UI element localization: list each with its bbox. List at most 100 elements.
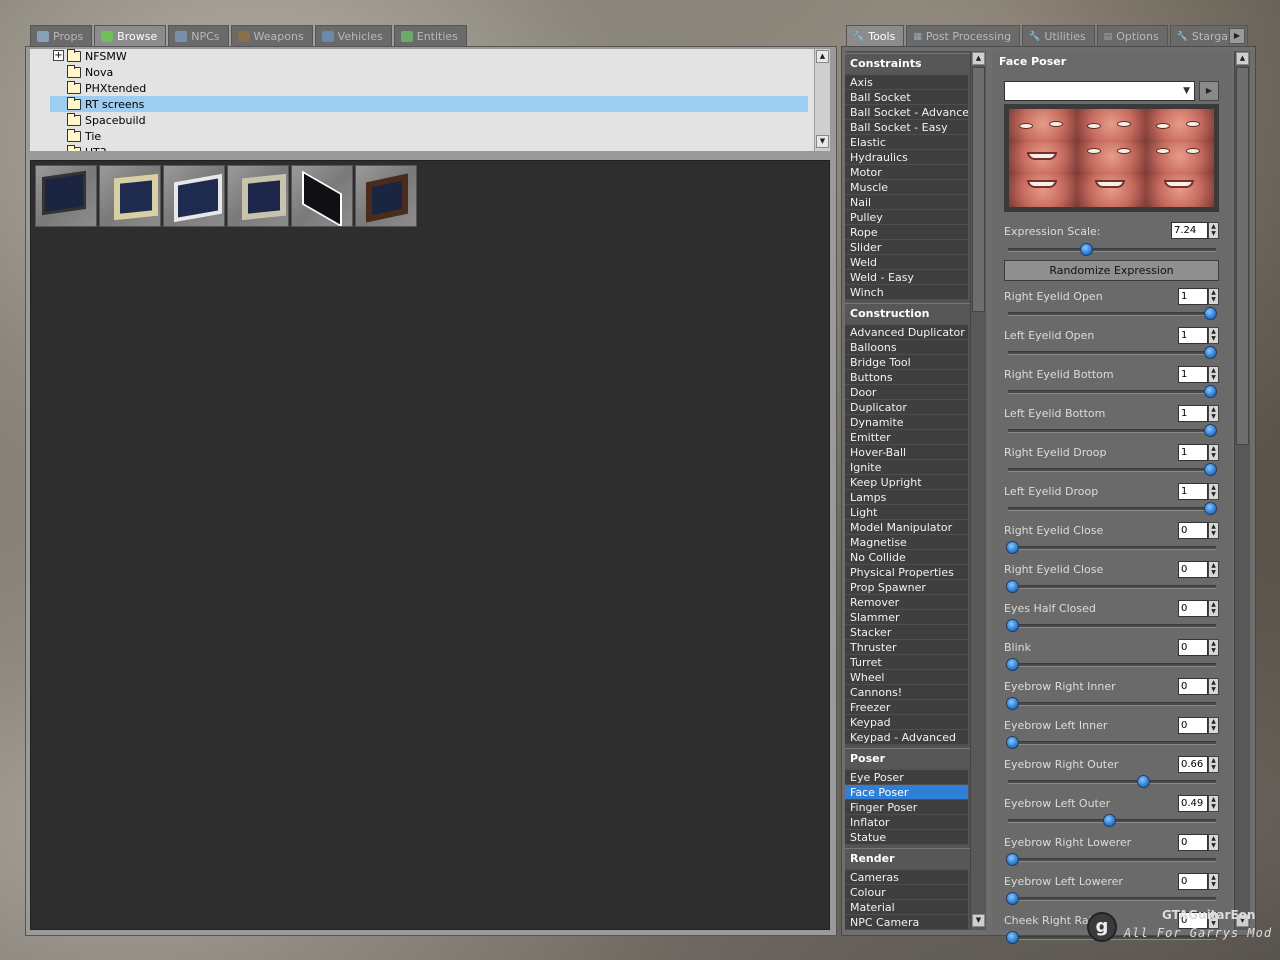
flex-value-input[interactable]: 0 bbox=[1178, 717, 1208, 734]
tab-post-processing[interactable]: ▦ Post Processing bbox=[906, 25, 1021, 47]
tool-item[interactable]: Duplicator bbox=[845, 400, 968, 415]
tool-item[interactable]: Thruster bbox=[845, 640, 968, 655]
expression-preset-thumbnail[interactable] bbox=[1145, 109, 1214, 142]
tab-vehicles[interactable]: Vehicles bbox=[314, 25, 392, 47]
scroll-down-arrow-icon[interactable]: ▼ bbox=[816, 135, 829, 148]
tool-item[interactable]: Winch bbox=[845, 285, 968, 300]
tool-item[interactable]: Advanced Duplicator bbox=[845, 325, 968, 340]
model-thumbnail-crt-monitor-beige[interactable] bbox=[99, 165, 161, 227]
randomize-expression-button[interactable]: Randomize Expression bbox=[1004, 260, 1219, 281]
tool-item[interactable]: Magnetise bbox=[845, 535, 968, 550]
flex-slider-track[interactable] bbox=[1008, 663, 1216, 667]
tool-item[interactable]: Motor bbox=[845, 165, 968, 180]
expression-preset-thumbnail[interactable] bbox=[1009, 109, 1078, 142]
flex-slider-track[interactable] bbox=[1008, 624, 1216, 628]
scrollbar-thumb[interactable] bbox=[1236, 67, 1249, 445]
tool-item[interactable]: Colour bbox=[845, 885, 968, 900]
scroll-up-arrow-icon[interactable]: ▲ bbox=[1236, 52, 1249, 65]
flex-slider-track[interactable] bbox=[1008, 897, 1216, 901]
tree-item[interactable]: Spacebuild bbox=[50, 112, 810, 128]
flex-value-input[interactable]: 1 bbox=[1178, 288, 1208, 305]
tool-item[interactable]: Ball Socket bbox=[845, 90, 968, 105]
tab-options[interactable]: ▤ Options bbox=[1096, 25, 1168, 47]
tool-item[interactable]: Freezer bbox=[845, 700, 968, 715]
flex-value-input[interactable]: 0 bbox=[1178, 639, 1208, 656]
scroll-up-arrow-icon[interactable]: ▲ bbox=[972, 52, 985, 65]
flex-value-input[interactable]: 0 bbox=[1178, 678, 1208, 695]
tool-item[interactable]: Balloons bbox=[845, 340, 968, 355]
flex-slider-knob[interactable] bbox=[1204, 502, 1217, 515]
preset-combo[interactable]: ▼ bbox=[1004, 81, 1195, 101]
flex-slider-track[interactable] bbox=[1008, 507, 1216, 511]
tree-item[interactable]: Nova bbox=[50, 64, 810, 80]
tree-item[interactable]: NFSMW bbox=[50, 49, 810, 64]
flex-slider-track[interactable] bbox=[1008, 858, 1216, 862]
tool-item[interactable]: Door bbox=[845, 385, 968, 400]
tool-item[interactable]: Model Manipulator bbox=[845, 520, 968, 535]
flex-slider-knob[interactable] bbox=[1006, 580, 1019, 593]
tool-item[interactable]: Weld bbox=[845, 255, 968, 270]
flex-slider-knob[interactable] bbox=[1006, 853, 1019, 866]
model-thumbnail-crt-monitor-dark[interactable] bbox=[35, 165, 97, 227]
flex-value-spinner-icon[interactable]: ▲ ▼ bbox=[1208, 873, 1219, 890]
tool-item[interactable]: Buttons bbox=[845, 370, 968, 385]
flex-value-input[interactable]: 1 bbox=[1178, 366, 1208, 383]
flex-value-input[interactable]: 1 bbox=[1178, 483, 1208, 500]
flex-slider-knob[interactable] bbox=[1006, 619, 1019, 632]
expression-preview-grid[interactable] bbox=[1004, 104, 1219, 212]
tool-item[interactable]: Weld - Easy bbox=[845, 270, 968, 285]
tab-scroll-right-icon[interactable]: ▶ bbox=[1229, 28, 1245, 44]
expression-preset-thumbnail[interactable] bbox=[1077, 174, 1146, 207]
model-thumbnail-tv-brown[interactable] bbox=[355, 165, 417, 227]
tool-item[interactable]: Slammer bbox=[845, 610, 968, 625]
tool-item[interactable]: Keep Upright bbox=[845, 475, 968, 490]
flex-value-input[interactable]: 1 bbox=[1178, 405, 1208, 422]
tree-item[interactable]: UT3 bbox=[50, 144, 810, 151]
tool-item[interactable]: Dynamite bbox=[845, 415, 968, 430]
tool-item[interactable]: Ignite bbox=[845, 460, 968, 475]
settings-scrollbar[interactable]: ▲ ▼ bbox=[1234, 51, 1250, 930]
expression-preset-thumbnail[interactable] bbox=[1145, 174, 1214, 207]
expression-scale-spinner-icon[interactable]: ▲ ▼ bbox=[1208, 222, 1219, 239]
flex-value-input[interactable]: 1 bbox=[1178, 444, 1208, 461]
expression-preset-thumbnail[interactable] bbox=[1077, 109, 1146, 142]
scrollbar-thumb[interactable] bbox=[972, 67, 985, 312]
tool-item[interactable]: Physical Properties bbox=[845, 565, 968, 580]
tool-item[interactable]: Ball Socket - Advanced bbox=[845, 105, 968, 120]
flex-value-spinner-icon[interactable]: ▲ ▼ bbox=[1208, 288, 1219, 305]
tool-item[interactable]: Turret bbox=[845, 655, 968, 670]
model-thumbnail-flat-panel-slanted[interactable] bbox=[291, 165, 353, 227]
flex-value-spinner-icon[interactable]: ▲ ▼ bbox=[1208, 405, 1219, 422]
category-header[interactable]: Construction bbox=[845, 303, 970, 323]
expression-preset-thumbnail[interactable] bbox=[1009, 174, 1078, 207]
flex-value-spinner-icon[interactable]: ▲ ▼ bbox=[1208, 795, 1219, 812]
flex-value-input[interactable]: 0 bbox=[1178, 561, 1208, 578]
flex-value-spinner-icon[interactable]: ▲ ▼ bbox=[1208, 444, 1219, 461]
flex-slider-knob[interactable] bbox=[1204, 346, 1217, 359]
tool-item[interactable]: Rope bbox=[845, 225, 968, 240]
flex-value-input[interactable]: 0 bbox=[1178, 873, 1208, 890]
flex-value-spinner-icon[interactable]: ▲ ▼ bbox=[1208, 834, 1219, 851]
flex-slider-track[interactable] bbox=[1008, 741, 1216, 745]
tool-item[interactable]: Remover bbox=[845, 595, 968, 610]
expression-scale-slider[interactable] bbox=[1008, 248, 1216, 252]
flex-slider-knob[interactable] bbox=[1204, 385, 1217, 398]
tool-item[interactable]: Prop Spawner bbox=[845, 580, 968, 595]
tree-item[interactable]: Tie bbox=[50, 128, 810, 144]
flex-slider-knob[interactable] bbox=[1006, 658, 1019, 671]
tool-item[interactable]: Hydraulics bbox=[845, 150, 968, 165]
tool-item[interactable]: Face Poser bbox=[845, 785, 968, 800]
scroll-up-arrow-icon[interactable]: ▲ bbox=[816, 50, 829, 63]
flex-slider-knob[interactable] bbox=[1006, 931, 1019, 944]
flex-slider-knob[interactable] bbox=[1006, 892, 1019, 905]
tool-item[interactable]: Light bbox=[845, 505, 968, 520]
flex-slider-knob[interactable] bbox=[1204, 463, 1217, 476]
tool-item[interactable]: Nail bbox=[845, 195, 968, 210]
flex-slider-knob[interactable] bbox=[1006, 697, 1019, 710]
tree-item[interactable]: RT screens bbox=[50, 96, 808, 112]
tab-utilities[interactable]: 🔧 Utilities bbox=[1022, 25, 1095, 47]
tool-item[interactable]: Bridge Tool bbox=[845, 355, 968, 370]
tool-item[interactable]: Hover-Ball bbox=[845, 445, 968, 460]
tool-item[interactable]: Slider bbox=[845, 240, 968, 255]
flex-value-input[interactable]: 0 bbox=[1178, 834, 1208, 851]
